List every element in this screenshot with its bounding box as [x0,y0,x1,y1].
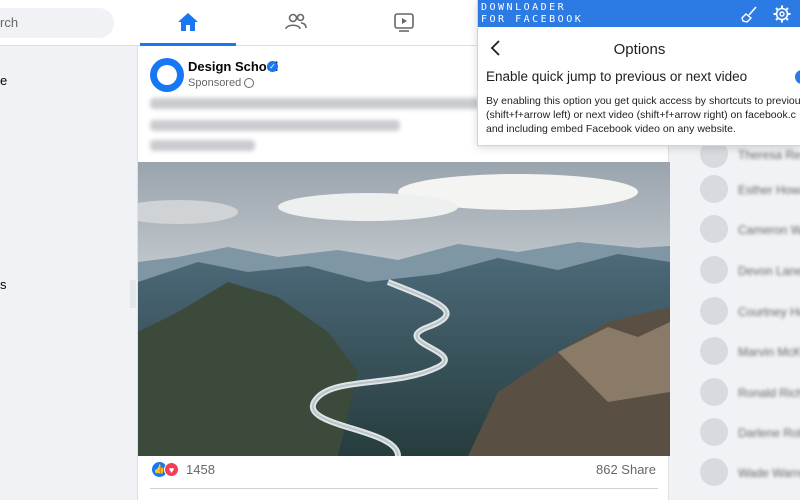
popup-header: DOWNLOADER FOR FACEBOOK [478,0,800,27]
post-text-blurred [150,98,480,109]
search-input[interactable]: rch [0,8,114,38]
share-count[interactable]: 862 Share [596,462,656,477]
contact-item[interactable]: Devon Lane [700,256,800,286]
contact-name: Esther Howa [738,183,800,197]
brand-name: DOWNLOADER [481,2,567,13]
avatar [700,337,728,365]
globe-icon [244,78,254,88]
avatar [700,256,728,284]
avatar [700,378,728,406]
contact-name: Courtney He [738,305,800,319]
love-reaction-icon: ♥ [164,462,179,477]
contact-name: Devon Lane [738,264,800,278]
quick-jump-setting-label: Enable quick jump to previous or next vi… [486,69,748,84]
quick-jump-toggle[interactable] [795,70,800,84]
post-photo[interactable] [138,162,670,456]
contact-item[interactable]: Esther Howa [700,175,800,205]
contact-item[interactable]: Cameron Wil [700,215,800,245]
sidebar-item-label[interactable]: s [0,277,7,292]
contact-name: Marvin McK [738,345,800,359]
contact-item[interactable]: Wade Warre [700,458,800,488]
contact-item[interactable]: Ronald Rich [700,378,800,408]
sponsored-label[interactable]: Sponsored [188,77,241,89]
verified-badge-icon: ✓ [267,61,278,72]
avatar [700,215,728,243]
reaction-count[interactable]: 1458 [186,462,215,477]
gear-icon[interactable] [772,4,792,24]
avatar [700,297,728,325]
divider [150,488,658,489]
contact-item[interactable]: Courtney He [700,297,800,327]
page-avatar[interactable] [150,58,184,92]
friends-icon[interactable] [284,10,308,34]
sidebar-item-label[interactable]: e [0,73,7,88]
downloader-options-popup: DOWNLOADER FOR FACEBOOK Options Enable q… [477,0,800,146]
contact-name: Wade Warre [738,466,800,480]
avatar [700,458,728,486]
post-text-blurred [150,120,400,131]
setting-description: By enabling this option you get quick ac… [486,95,800,135]
post-author[interactable]: Design School [188,59,278,74]
avatar [700,175,728,203]
contact-name: Darlene Rob [738,426,800,440]
clean-broom-icon[interactable] [740,4,760,24]
avatar [700,418,728,446]
left-sidebar: e s [0,46,128,500]
sidebar-scroll-handle[interactable] [130,280,136,308]
contact-item[interactable]: Darlene Rob [700,418,800,448]
post-text-blurred [150,140,255,151]
contact-name: Ronald Rich [738,386,800,400]
popup-title: Options [613,41,666,58]
contact-name: Cameron Wil [738,223,800,237]
home-icon[interactable] [176,10,200,34]
watch-icon[interactable] [392,10,416,34]
contact-name: Theresa Res [738,148,800,162]
contact-item[interactable]: Marvin McK [700,337,800,367]
brand-name: FOR FACEBOOK [481,14,584,25]
